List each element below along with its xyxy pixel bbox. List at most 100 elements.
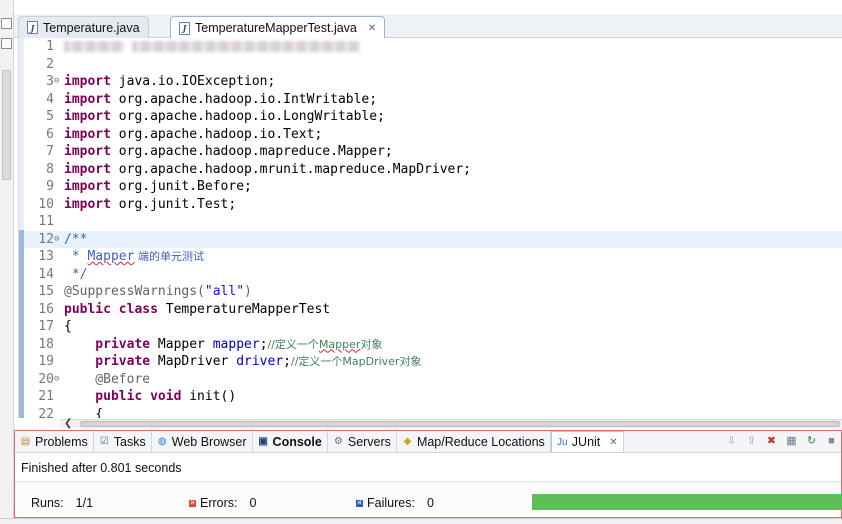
tab-label: TemperatureMapperTest.java <box>195 21 357 35</box>
code-line[interactable]: 7 import org.apache.hadoop.mapreduce.Mapp… <box>24 143 842 161</box>
keyword: public void <box>64 389 182 404</box>
code-text-part: { <box>64 406 104 419</box>
line-number: 1 <box>46 39 54 54</box>
stop-icon[interactable]: ■ <box>824 434 839 449</box>
code-line[interactable]: 11 <box>24 213 842 231</box>
show-failures-only-icon[interactable]: ✖ <box>764 434 779 449</box>
javadoc-text: * <box>64 249 88 264</box>
editor-tab-bar: J Temperature.java J TemperatureMapperTe… <box>14 14 842 39</box>
type-name: MapDriver <box>150 354 237 369</box>
close-icon[interactable]: ✕ <box>609 437 617 448</box>
globe-icon: ◍ <box>157 436 167 447</box>
keyword: import <box>64 179 111 194</box>
code-line[interactable]: 6 import org.apache.hadoop.io.Text; <box>24 126 842 144</box>
code-line[interactable]: 14 */ <box>24 266 842 284</box>
code-text: import org.apache.hadoop.mapreduce.Mappe… <box>64 143 393 161</box>
line-number: 15 <box>38 284 54 299</box>
line-number: 12 <box>38 231 54 247</box>
scroll-lock-icon[interactable]: ▦ <box>784 434 799 449</box>
keyword: import <box>64 196 111 212</box>
scroll-left-icon[interactable]: ❮ <box>64 418 72 429</box>
line-number: 9 <box>46 179 54 194</box>
tab-tasks[interactable]: ☑ Tasks <box>94 431 152 452</box>
code-line[interactable]: 13 * Mapper 端的单元测试 <box>24 248 842 266</box>
servers-icon: ⚙ <box>333 436 343 447</box>
rerun-test-icon[interactable]: ↻ <box>804 434 819 449</box>
fold-toggle-icon[interactable]: ⊖ <box>54 231 59 249</box>
tab-problems[interactable]: ▤ Problems <box>15 431 94 452</box>
java-file-icon: J <box>179 21 190 35</box>
code-line[interactable]: 8 import org.apache.hadoop.mrunit.mapredu… <box>24 161 842 179</box>
prev-failure-icon[interactable]: ⇧ <box>744 434 759 449</box>
javadoc-text: /** <box>64 231 88 247</box>
failures-label: Failures: <box>367 496 415 510</box>
code-text: @Before <box>64 371 150 389</box>
code-line[interactable]: 19 private MapDriver driver;//定义一个MapDri… <box>24 353 842 371</box>
code-line[interactable]: 20 ⊖ @Before <box>24 371 842 389</box>
bottom-status-strip <box>0 518 842 524</box>
junit-icon: Ju <box>557 436 568 448</box>
type-name: Mapper <box>150 336 213 352</box>
line-number: 10 <box>38 196 54 212</box>
code-line[interactable]: 16 public class TemperatureMapperTest <box>24 301 842 319</box>
code-line[interactable]: 22 { <box>24 406 842 419</box>
junit-finished-text: Finished after 0.801 seconds <box>21 461 182 475</box>
close-icon[interactable]: ✕ <box>368 23 376 34</box>
tab-label: Temperature.java <box>43 20 140 35</box>
tab-map-reduce-locations[interactable]: ◆ Map/Reduce Locations <box>397 431 551 452</box>
code-line[interactable]: 15 @SuppressWarnings("all") <box>24 283 842 301</box>
comment-text: 对象 <box>360 337 383 351</box>
view-tab-label: Map/Reduce Locations <box>416 434 545 449</box>
keyword: public class <box>64 301 158 317</box>
line-number: 14 <box>38 266 54 282</box>
next-failure-icon[interactable]: ⇩ <box>724 434 739 449</box>
javadoc-text: */ <box>64 266 88 282</box>
code-line[interactable]: 4 import org.apache.hadoop.io.IntWritable… <box>24 91 842 109</box>
left-scrollbar[interactable] <box>2 70 11 180</box>
code-line[interactable]: 3 ⊖ import java.io.IOException; <box>24 73 842 91</box>
tab-console[interactable]: ▣ Console <box>253 431 328 452</box>
comment-text: //定义一个MapDriver对象 <box>290 355 422 368</box>
code-line[interactable]: 12 ⊖ /** <box>24 230 842 249</box>
line-number: 3 <box>46 74 54 89</box>
tab-web-browser[interactable]: ◍ Web Browser <box>152 431 253 452</box>
fold-toggle-icon[interactable]: ⊖ <box>54 371 59 389</box>
line-number: 8 <box>46 161 54 177</box>
code-line[interactable]: 21 public void init() <box>24 388 842 406</box>
code-line[interactable]: 5 import org.apache.hadoop.io.LongWritabl… <box>24 108 842 126</box>
code-line[interactable]: 1 <box>24 38 842 56</box>
redacted-text <box>64 41 124 52</box>
bottom-view-panel: ▤ Problems ☑ Tasks ◍ Web Browser ▣ Console ⚙ Serv… <box>14 430 842 518</box>
code-text: /** <box>64 231 87 249</box>
tab-temperature-mapper-test-java[interactable]: J TemperatureMapperTest.java ✕ <box>170 16 386 39</box>
tab-temperature-java[interactable]: J Temperature.java <box>18 16 149 38</box>
keyword: import <box>64 161 111 177</box>
line-number: 11 <box>38 214 54 229</box>
line-number: 17 <box>38 319 54 334</box>
code-text: * Mapper 端的单元测试 <box>64 248 204 266</box>
code-text: { <box>64 318 72 336</box>
code-line[interactable]: 10 import org.junit.Test; <box>24 196 842 214</box>
code-text: { <box>64 406 103 419</box>
failure-icon: ✕ <box>356 499 363 507</box>
restore-icon[interactable] <box>1 18 12 29</box>
editor-horizontal-scrollbar[interactable]: ❮ <box>60 418 842 429</box>
fold-toggle-icon[interactable]: ⊖ <box>54 73 59 91</box>
minimize-icon[interactable] <box>1 38 12 49</box>
code-line[interactable]: 18 private Mapper mapper;//定义一个Mapper对象 <box>24 336 842 354</box>
tab-servers[interactable]: ⚙ Servers <box>328 431 397 452</box>
keyword: import <box>64 91 111 107</box>
code-line[interactable]: 17 { <box>24 318 842 336</box>
code-line[interactable]: 2 <box>24 56 842 74</box>
code-editor[interactable]: 1 2 3 ⊖ import java.io.IOException; 4 import o… <box>18 38 842 418</box>
code-text-part: org.junit.Before; <box>110 179 252 194</box>
code-line[interactable]: 9 import org.junit.Before; <box>24 178 842 196</box>
annotation-text: @Before <box>64 371 151 387</box>
tab-junit[interactable]: Ju JUnit ✕ <box>550 431 624 452</box>
code-text: private MapDriver driver;//定义一个MapDriver… <box>64 353 421 371</box>
code-text: import org.apache.hadoop.io.LongWritable… <box>64 108 385 126</box>
scrollbar-thumb[interactable] <box>80 421 840 427</box>
line-number: 21 <box>38 389 54 404</box>
code-text-part: { <box>64 319 72 334</box>
keyword: import <box>64 109 111 124</box>
